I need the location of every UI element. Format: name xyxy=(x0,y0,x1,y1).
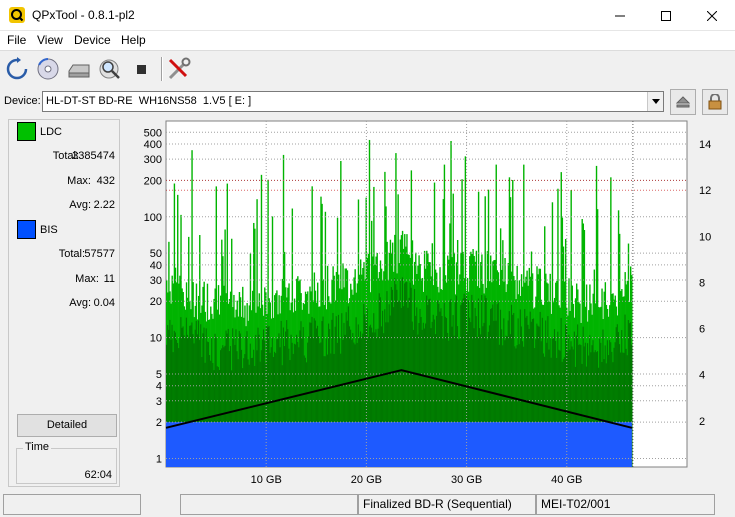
maximize-icon xyxy=(661,10,671,21)
bis-area xyxy=(166,422,632,467)
menu-bar: File View Device Help xyxy=(0,31,735,51)
menu-help[interactable]: Help xyxy=(119,33,148,47)
x-tick-label: 20 GB xyxy=(351,474,382,486)
ldc-avg-value: 2.22 xyxy=(93,199,115,211)
y-left-tick-label: 40 xyxy=(150,260,162,272)
y-left-tick-label: 300 xyxy=(144,154,162,166)
x-tick-label: 40 GB xyxy=(551,474,582,486)
y-left-tick-label: 1 xyxy=(156,453,162,465)
eject-button[interactable] xyxy=(670,89,696,115)
bis-total-label: Total: xyxy=(58,248,85,260)
bis-avg-value: 0.04 xyxy=(93,297,115,309)
title-bar: QPxTool - 0.8.1-pl2 xyxy=(0,0,735,31)
y-right-tick-label: 2 xyxy=(699,416,705,428)
chart-svg: 10 GB 20 GB 30 GB 40 GB12345102030405010020… xyxy=(144,120,711,486)
time-group: Time 62:04 xyxy=(16,441,117,484)
minimize-button[interactable] xyxy=(597,0,643,31)
stats-panel: LDC Total: 3385474 Max: 432 Avg: 2.22 BI… xyxy=(8,119,120,487)
drive-info-button[interactable] xyxy=(65,55,93,83)
bis-legend-label: BIS xyxy=(40,224,58,236)
y-right-tick-label: 6 xyxy=(699,324,705,336)
media-info-button[interactable] xyxy=(96,55,124,83)
status-bar: Finalized BD-R (Sequential) MEI-T02/001 xyxy=(0,492,735,517)
qpxtool-app-icon xyxy=(9,7,25,23)
y-right-tick-label: 8 xyxy=(699,277,705,289)
menu-device[interactable]: Device xyxy=(72,33,113,47)
eject-icon xyxy=(676,96,690,108)
y-left-tick-label: 50 xyxy=(150,248,162,260)
settings-button[interactable] xyxy=(165,55,193,83)
stop-icon xyxy=(137,65,146,74)
bis-avg-label: Avg: xyxy=(69,297,91,309)
minimize-icon xyxy=(615,15,625,16)
maximize-button[interactable] xyxy=(643,0,689,31)
lock-icon xyxy=(708,94,722,110)
status-cell-2 xyxy=(180,494,358,515)
time-caption: Time xyxy=(23,441,52,453)
y-left-tick-label: 20 xyxy=(150,296,162,308)
disc-scan-icon xyxy=(37,58,59,80)
drive-icon xyxy=(68,64,90,78)
window-title: QPxTool - 0.8.1-pl2 xyxy=(32,8,135,22)
toolbar xyxy=(0,52,735,86)
close-icon xyxy=(707,10,717,21)
y-right-tick-label: 10 xyxy=(699,231,711,243)
y-right-tick-label: 14 xyxy=(699,139,711,151)
menu-file[interactable]: File xyxy=(5,33,28,47)
magnifier-icon xyxy=(99,59,120,79)
bis-color-swatch[interactable] xyxy=(17,220,36,239)
bis-total-value: 57577 xyxy=(84,248,115,260)
y-right-tick-label: 4 xyxy=(699,370,705,382)
y-left-tick-label: 200 xyxy=(144,175,162,187)
y-left-tick-label: 3 xyxy=(156,396,162,408)
toolbar-separator xyxy=(161,57,163,81)
ldc-color-swatch[interactable] xyxy=(17,122,36,141)
y-left-tick-label: 2 xyxy=(156,417,162,429)
y-left-tick-label: 100 xyxy=(144,212,162,224)
stop-button[interactable] xyxy=(127,55,155,83)
status-media-type: Finalized BD-R (Sequential) xyxy=(358,494,536,515)
status-media-id: MEI-T02/001 xyxy=(536,494,715,515)
y-left-tick-label: 10 xyxy=(150,333,162,345)
y-left-tick-label: 4 xyxy=(156,381,162,393)
y-left-tick-label: 5 xyxy=(156,369,162,381)
refresh-icon xyxy=(6,57,28,80)
device-bar: Device: HL-DT-ST BD-RE WH16NS58 1.V5 [ E… xyxy=(0,86,735,116)
device-select-value: HL-DT-ST BD-RE WH16NS58 1.V5 [ E: ] xyxy=(46,95,252,107)
x-tick-label: 30 GB xyxy=(451,474,482,486)
ldc-legend-label: LDC xyxy=(40,126,63,138)
y-left-tick-label: 30 xyxy=(150,275,162,287)
y-left-tick-label: 400 xyxy=(144,139,162,151)
disc-scan-button[interactable] xyxy=(34,55,62,83)
ldc-max-label: Max: xyxy=(67,175,91,187)
ldc-total-value: 3385474 xyxy=(72,150,115,162)
detailed-button[interactable]: Detailed xyxy=(17,414,117,437)
menu-view[interactable]: View xyxy=(35,33,65,47)
close-button[interactable] xyxy=(689,0,735,31)
y-right-tick-label: 12 xyxy=(699,185,711,197)
y-left-tick-label: 500 xyxy=(144,127,162,139)
status-cell-1 xyxy=(3,494,141,515)
device-select[interactable]: HL-DT-ST BD-RE WH16NS58 1.V5 [ E: ] xyxy=(42,91,664,112)
quality-scan-chart: 10 GB 20 GB 30 GB 40 GB 1 2 3 4 5 10 20 30 40 50 100 20… xyxy=(128,116,735,491)
settings-tools-icon xyxy=(168,57,191,80)
x-tick-label: 10 GB xyxy=(251,474,282,486)
time-value: 62:04 xyxy=(84,469,112,481)
bis-max-label: Max: xyxy=(75,273,99,285)
lock-tray-button[interactable] xyxy=(702,89,728,115)
chevron-down-icon[interactable] xyxy=(647,92,663,111)
ldc-max-value: 432 xyxy=(96,175,115,187)
device-label: Device: xyxy=(4,95,41,107)
ldc-avg-label: Avg: xyxy=(69,199,91,211)
bis-max-value: 11 xyxy=(103,273,115,285)
refresh-button[interactable] xyxy=(3,55,31,83)
